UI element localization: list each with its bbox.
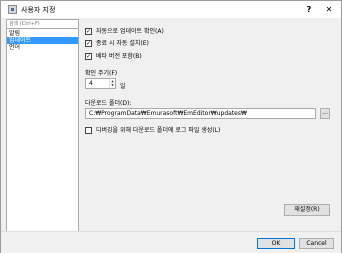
- help-button[interactable]: ?: [301, 3, 317, 16]
- browse-button[interactable]: ...: [320, 108, 330, 119]
- spinner-arrows-icon[interactable]: ▲ ▼: [109, 79, 115, 88]
- debug-log-checkbox[interactable]: [85, 127, 92, 134]
- check-interval-label: 확인 주기(F): [85, 70, 118, 77]
- customize-dialog: 사용자 지정 ? ✕ 알림 업데이트 언어 ✓ 자동으로 업데이트 확인(A) …: [0, 0, 342, 253]
- window-title: 사용자 지정: [21, 6, 56, 14]
- include-beta-checkbox[interactable]: ✓: [85, 53, 92, 60]
- cancel-button[interactable]: Cancel: [299, 238, 334, 249]
- search-input[interactable]: [7, 20, 78, 29]
- app-icon: [8, 5, 17, 14]
- category-panel: 알림 업데이트 언어: [6, 19, 79, 236]
- debug-log-label: 디버깅을 위해 다운로드 폴더에 로그 파일 생성(L): [96, 127, 221, 134]
- check-interval-unit: 일: [120, 83, 126, 90]
- category-item-notifications[interactable]: 알림: [7, 30, 78, 37]
- check-interval-value: 4: [89, 80, 93, 87]
- category-item-language[interactable]: 언어: [7, 44, 78, 51]
- install-on-exit-label: 종료 시 자동 설치(E): [96, 40, 149, 47]
- install-on-exit-checkbox[interactable]: ✓: [85, 40, 92, 47]
- ok-button[interactable]: OK: [257, 238, 295, 249]
- auto-check-label: 자동으로 업데이트 확인(A): [96, 28, 164, 35]
- include-beta-label: 베타 버전 포함(B): [96, 53, 142, 60]
- category-list: 알림 업데이트 언어: [7, 30, 78, 51]
- check-interval-spinner[interactable]: 4 ▲ ▼: [85, 78, 116, 89]
- download-folder-field[interactable]: C:₩ProgramData₩Emurasoft₩EmEditor₩update…: [85, 108, 316, 119]
- auto-check-checkbox[interactable]: ✓: [85, 28, 92, 35]
- title-bar[interactable]: 사용자 지정 ? ✕: [1, 1, 341, 18]
- close-button[interactable]: ✕: [321, 3, 337, 16]
- reset-button[interactable]: 재설정(R): [284, 204, 330, 216]
- download-folder-label: 다운로드 폴더(D):: [85, 100, 132, 107]
- category-item-update[interactable]: 업데이트: [7, 37, 78, 44]
